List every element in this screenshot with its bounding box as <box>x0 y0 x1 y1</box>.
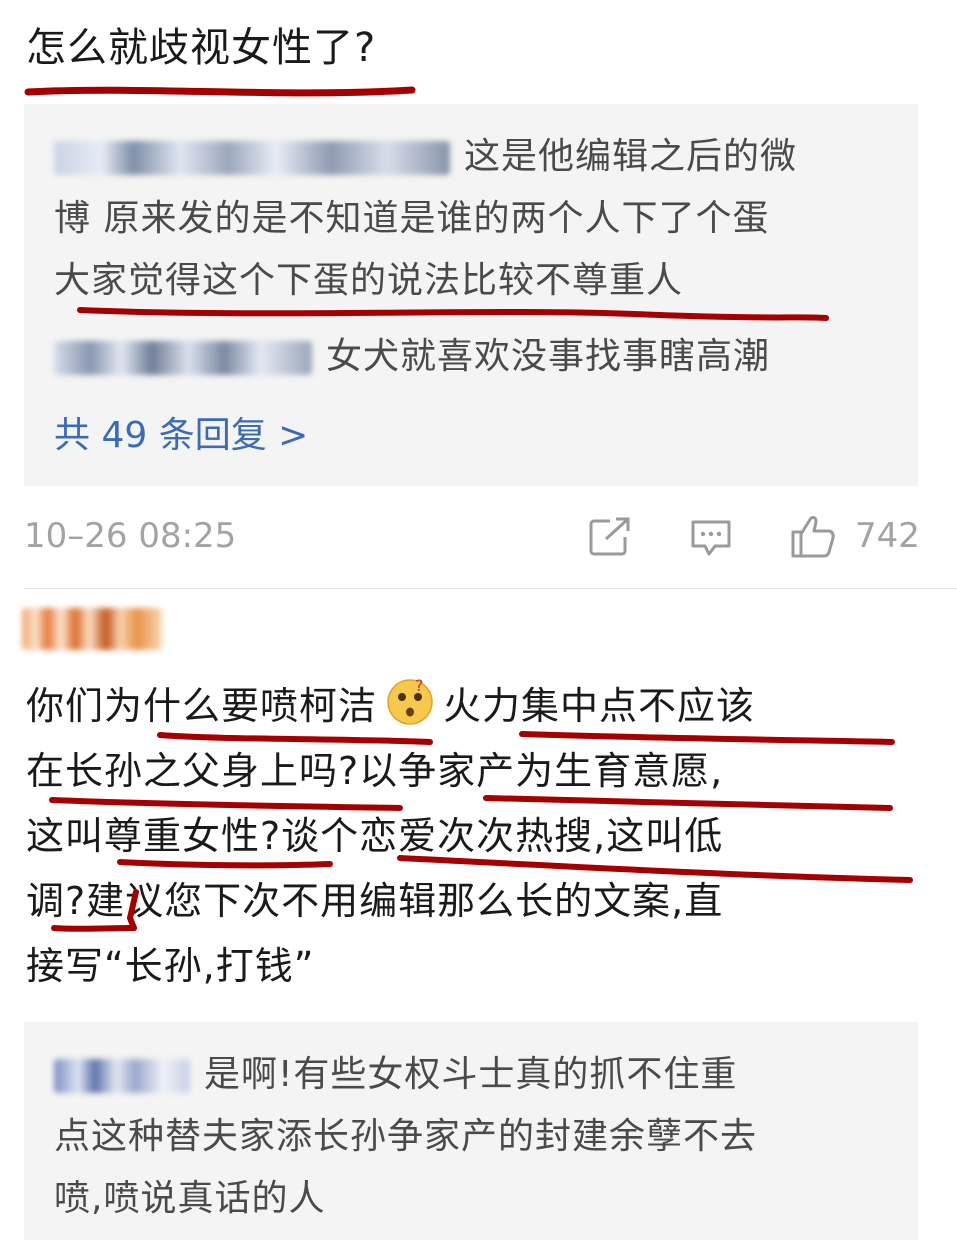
more-replies-link[interactable]: 共 49 条回复 > <box>54 406 308 458</box>
share-icon[interactable] <box>588 517 632 557</box>
handwritten-underline <box>24 86 416 97</box>
blurred-username[interactable] <box>54 141 450 175</box>
like-count: 742 <box>855 516 920 556</box>
reply-thread: 是啊!有些女权斗士真的抓不住重 点这种替夫家添长孙争家产的封建余孽不去 喷,喷说… <box>24 1022 918 1240</box>
reply-item: 女犬就喜欢没事找事瞎高潮 <box>54 326 894 388</box>
thinking-emoji-icon: ? <box>385 676 435 727</box>
comment-body: 你们为什么要喷柯洁 ? 火力集中点不应该 在长孙之父身上吗?以争家产为生育意愿,… <box>26 676 756 988</box>
timestamp: 10–26 08:25 <box>24 516 237 556</box>
comment-text: 怎么就歧视女性了? <box>26 25 377 71</box>
svg-text:?: ? <box>415 677 425 695</box>
reply-item: 是啊!有些女权斗士真的抓不住重 点这种替夫家添长孙争家产的封建余孽不去 喷,喷说… <box>54 1054 758 1219</box>
avatar-blurred-username[interactable] <box>22 608 162 650</box>
like-icon[interactable] <box>789 512 837 560</box>
comment-icon[interactable] <box>689 518 733 558</box>
reply-item: 这是他编辑之后的微 博 原来发的是不知道是谁的两个人下了个蛋 大家觉得这个下蛋的… <box>54 136 798 301</box>
reply-thread: 这是他编辑之后的微 博 原来发的是不知道是谁的两个人下了个蛋 大家觉得这个下蛋的… <box>24 104 918 486</box>
divider <box>24 588 957 589</box>
blurred-username[interactable] <box>54 1059 190 1093</box>
blurred-username[interactable] <box>54 341 312 375</box>
